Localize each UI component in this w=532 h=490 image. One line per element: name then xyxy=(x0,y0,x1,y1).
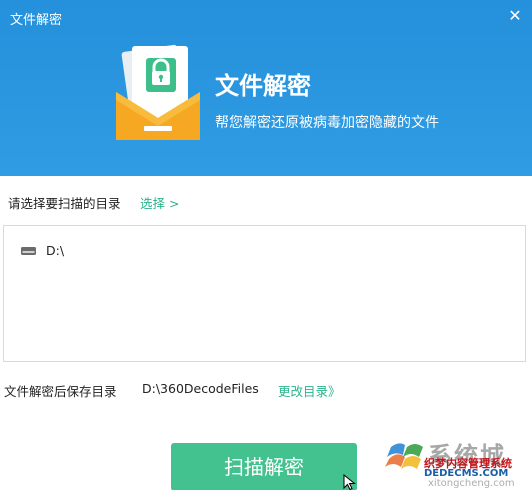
hero-subtitle: 帮您解密还原被病毒加密隐藏的文件 xyxy=(215,115,439,131)
close-button[interactable]: ✕ xyxy=(505,6,525,26)
save-directory-path: D:\360DecodeFiles xyxy=(142,381,259,396)
drive-icon xyxy=(21,247,36,255)
select-directory-link[interactable]: 选择 > xyxy=(140,193,179,212)
mouse-cursor-icon xyxy=(343,474,356,490)
watermark-url-secondary: xitongcheng.com xyxy=(428,478,515,489)
locked-envelope-icon xyxy=(116,44,200,140)
scan-decrypt-button[interactable]: 扫描解密 xyxy=(171,443,357,490)
windows-logo-icon xyxy=(385,443,423,469)
directory-item-label: D:\ xyxy=(46,243,65,258)
select-directory-label: 请选择要扫描的目录 xyxy=(8,196,121,211)
window-title: 文件解密 xyxy=(10,13,63,28)
directory-list[interactable]: D:\ xyxy=(3,225,526,362)
hero-title: 文件解密 xyxy=(215,72,311,100)
change-directory-link[interactable]: 更改目录》 xyxy=(278,381,341,400)
header-banner: 文件解密 ✕ 文件解密 帮您解密还原被病毒加密隐藏的文件 xyxy=(0,0,532,176)
save-directory-label: 文件解密后保存目录 xyxy=(4,384,117,399)
